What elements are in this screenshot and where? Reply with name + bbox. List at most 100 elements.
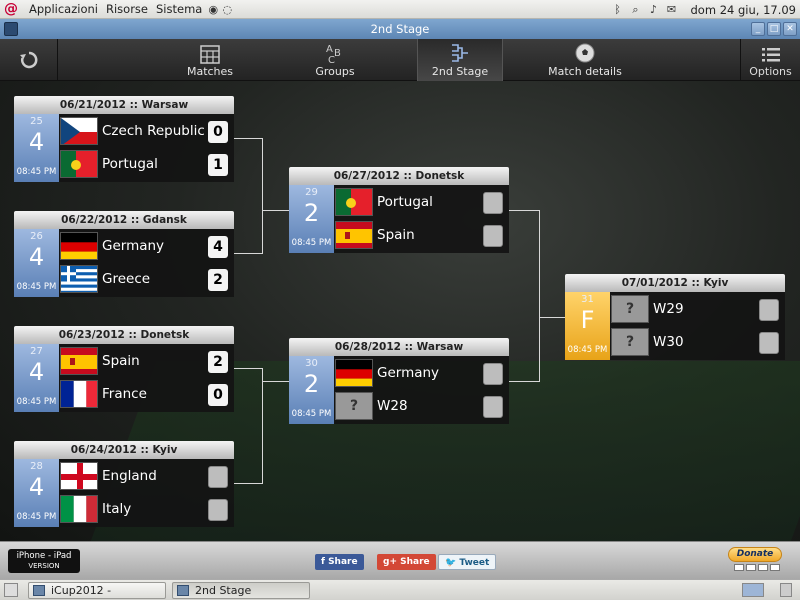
badge-line1: iPhone - iPad [16,551,72,561]
match-date-box: 25 4 08:45 PM [14,114,59,182]
match-time: 08:45 PM [16,512,57,522]
options-button[interactable]: Options [740,39,800,81]
iphone-ipad-badge[interactable]: iPhone - iPad VERSION [8,549,80,573]
donate-button[interactable]: Donate [728,547,786,577]
bottom-bar: iPhone - iPad VERSION f Share g+ Share 🐦… [0,541,800,579]
folder-icon [33,585,45,596]
team-score[interactable] [759,299,779,321]
match-number: 27 [30,346,43,357]
match-card-25[interactable]: 06/21/2012 :: Warsaw 25 4 08:45 PM Czech… [14,96,234,182]
team-name: W28 [377,398,408,414]
match-card-27[interactable]: 06/23/2012 :: Donetsk 27 4 08:45 PM Spai… [14,326,234,412]
tab-match-details[interactable]: Match details [535,39,635,81]
maximize-button[interactable]: □ [767,22,781,36]
greece-flag-icon [60,265,98,293]
team-row: Italy [60,493,234,525]
taskbar-item-file-manager[interactable]: iCup2012 - Esplorazi... [28,582,166,600]
gplus-share-label: Share [400,557,430,567]
team-score[interactable]: 0 [208,384,228,406]
volume-icon[interactable]: ♪ [647,3,661,17]
match-card-26[interactable]: 06/22/2012 :: Gdansk 26 4 08:45 PM Germa… [14,211,234,297]
team-score[interactable]: 1 [208,154,228,176]
match-header: 06/22/2012 :: Gdansk [14,211,234,229]
team-name: Portugal [377,194,433,210]
team-score[interactable] [483,396,503,418]
match-time: 08:45 PM [291,409,332,419]
match-number: 30 [305,358,318,369]
donate-label: Donate [728,547,782,562]
close-button[interactable]: ✕ [783,22,797,36]
network-launcher-icon[interactable]: ◌ [220,2,234,16]
tab-matches[interactable]: Matches [160,39,260,81]
search-icon[interactable]: ⌕ [629,3,643,17]
taskbar-item-2nd-stage[interactable]: 2nd Stage [172,582,310,599]
team-row: Spain [335,219,509,251]
team-name: Spain [102,353,140,369]
badge-line2: VERSION [28,562,60,570]
match-card-29[interactable]: 06/27/2012 :: Donetsk 29 2 08:45 PM Port… [289,167,509,253]
debian-logo-icon[interactable]: @ [3,1,19,17]
window-title: 2nd Stage [370,22,430,36]
team-row: Germany 4 [60,230,234,262]
team-score[interactable]: 0 [208,121,228,143]
match-card-30[interactable]: 06/28/2012 :: Warsaw 30 2 08:45 PM Germa… [289,338,509,424]
match-number: 28 [30,461,43,472]
window-title-bar[interactable]: 2nd Stage _ □ ✕ [0,19,800,39]
unknown-team-icon: ? [611,328,649,356]
team-name: Spain [377,227,415,243]
gplus-icon: g+ [383,557,401,567]
menu-sistema[interactable]: Sistema [152,2,206,16]
svg-text:B: B [334,48,341,59]
team-score[interactable] [208,499,228,521]
tab-matches-label: Matches [186,65,234,78]
tab-groups[interactable]: A B C Groups [285,39,385,81]
match-header: 06/21/2012 :: Warsaw [14,96,234,114]
team-name: Portugal [102,156,158,172]
team-score[interactable]: 2 [208,351,228,373]
minimize-button[interactable]: _ [751,22,765,36]
gplus-share-button[interactable]: g+ Share [377,554,436,570]
tab-groups-label: Groups [315,65,355,78]
system-top-panel: @ Applicazioni Risorse Sistema ◉ ◌ ᛒ ⌕ ♪… [0,0,800,19]
facebook-share-label: Share [328,557,358,567]
match-time: 08:45 PM [16,397,57,407]
workspace-switcher[interactable] [742,583,764,597]
menu-applicazioni[interactable]: Applicazioni [25,2,102,16]
menu-risorse[interactable]: Risorse [102,2,152,16]
spain-flag-icon [60,347,98,375]
team-score[interactable] [483,363,503,385]
mail-icon[interactable]: ✉ [665,3,679,17]
bluetooth-icon[interactable]: ᛒ [611,3,625,17]
match-card-final[interactable]: 07/01/2012 :: Kyiv 31 F 08:45 PM ? W29 ?… [565,274,785,360]
match-number: 26 [30,231,43,242]
show-desktop-icon[interactable] [4,583,18,597]
team-score[interactable]: 2 [208,269,228,291]
facebook-share-button[interactable]: f Share [315,554,364,570]
team-name: Germany [377,365,440,381]
unknown-team-icon: ? [611,295,649,323]
team-score[interactable] [208,466,228,488]
globe-launcher-icon[interactable]: ◉ [206,2,220,16]
groups-icon: A B C [326,44,341,64]
team-name: France [102,386,147,402]
match-round: 2 [303,199,320,227]
refresh-button[interactable] [0,39,58,81]
window-menu-icon[interactable] [4,22,18,36]
tab-2nd-stage[interactable]: 2nd Stage [417,39,503,81]
tweet-button[interactable]: 🐦 Tweet [438,554,497,570]
svg-text:A: A [326,44,333,55]
match-round: 4 [28,128,45,156]
svg-text:C: C [328,55,335,64]
match-header: 06/28/2012 :: Warsaw [289,338,509,356]
italy-flag-icon [60,495,98,523]
tweet-label: Tweet [459,558,490,568]
team-score[interactable] [759,332,779,354]
team-score[interactable]: 4 [208,236,228,258]
match-card-28[interactable]: 06/24/2012 :: Kyiv 28 4 08:45 PM England… [14,441,234,527]
team-score[interactable] [483,192,503,214]
match-date-box: 26 4 08:45 PM [14,229,59,297]
team-row: ? W29 [611,293,785,325]
team-score[interactable] [483,225,503,247]
trash-icon[interactable] [780,583,792,597]
clock[interactable]: dom 24 giu, 17.09 [691,3,797,17]
